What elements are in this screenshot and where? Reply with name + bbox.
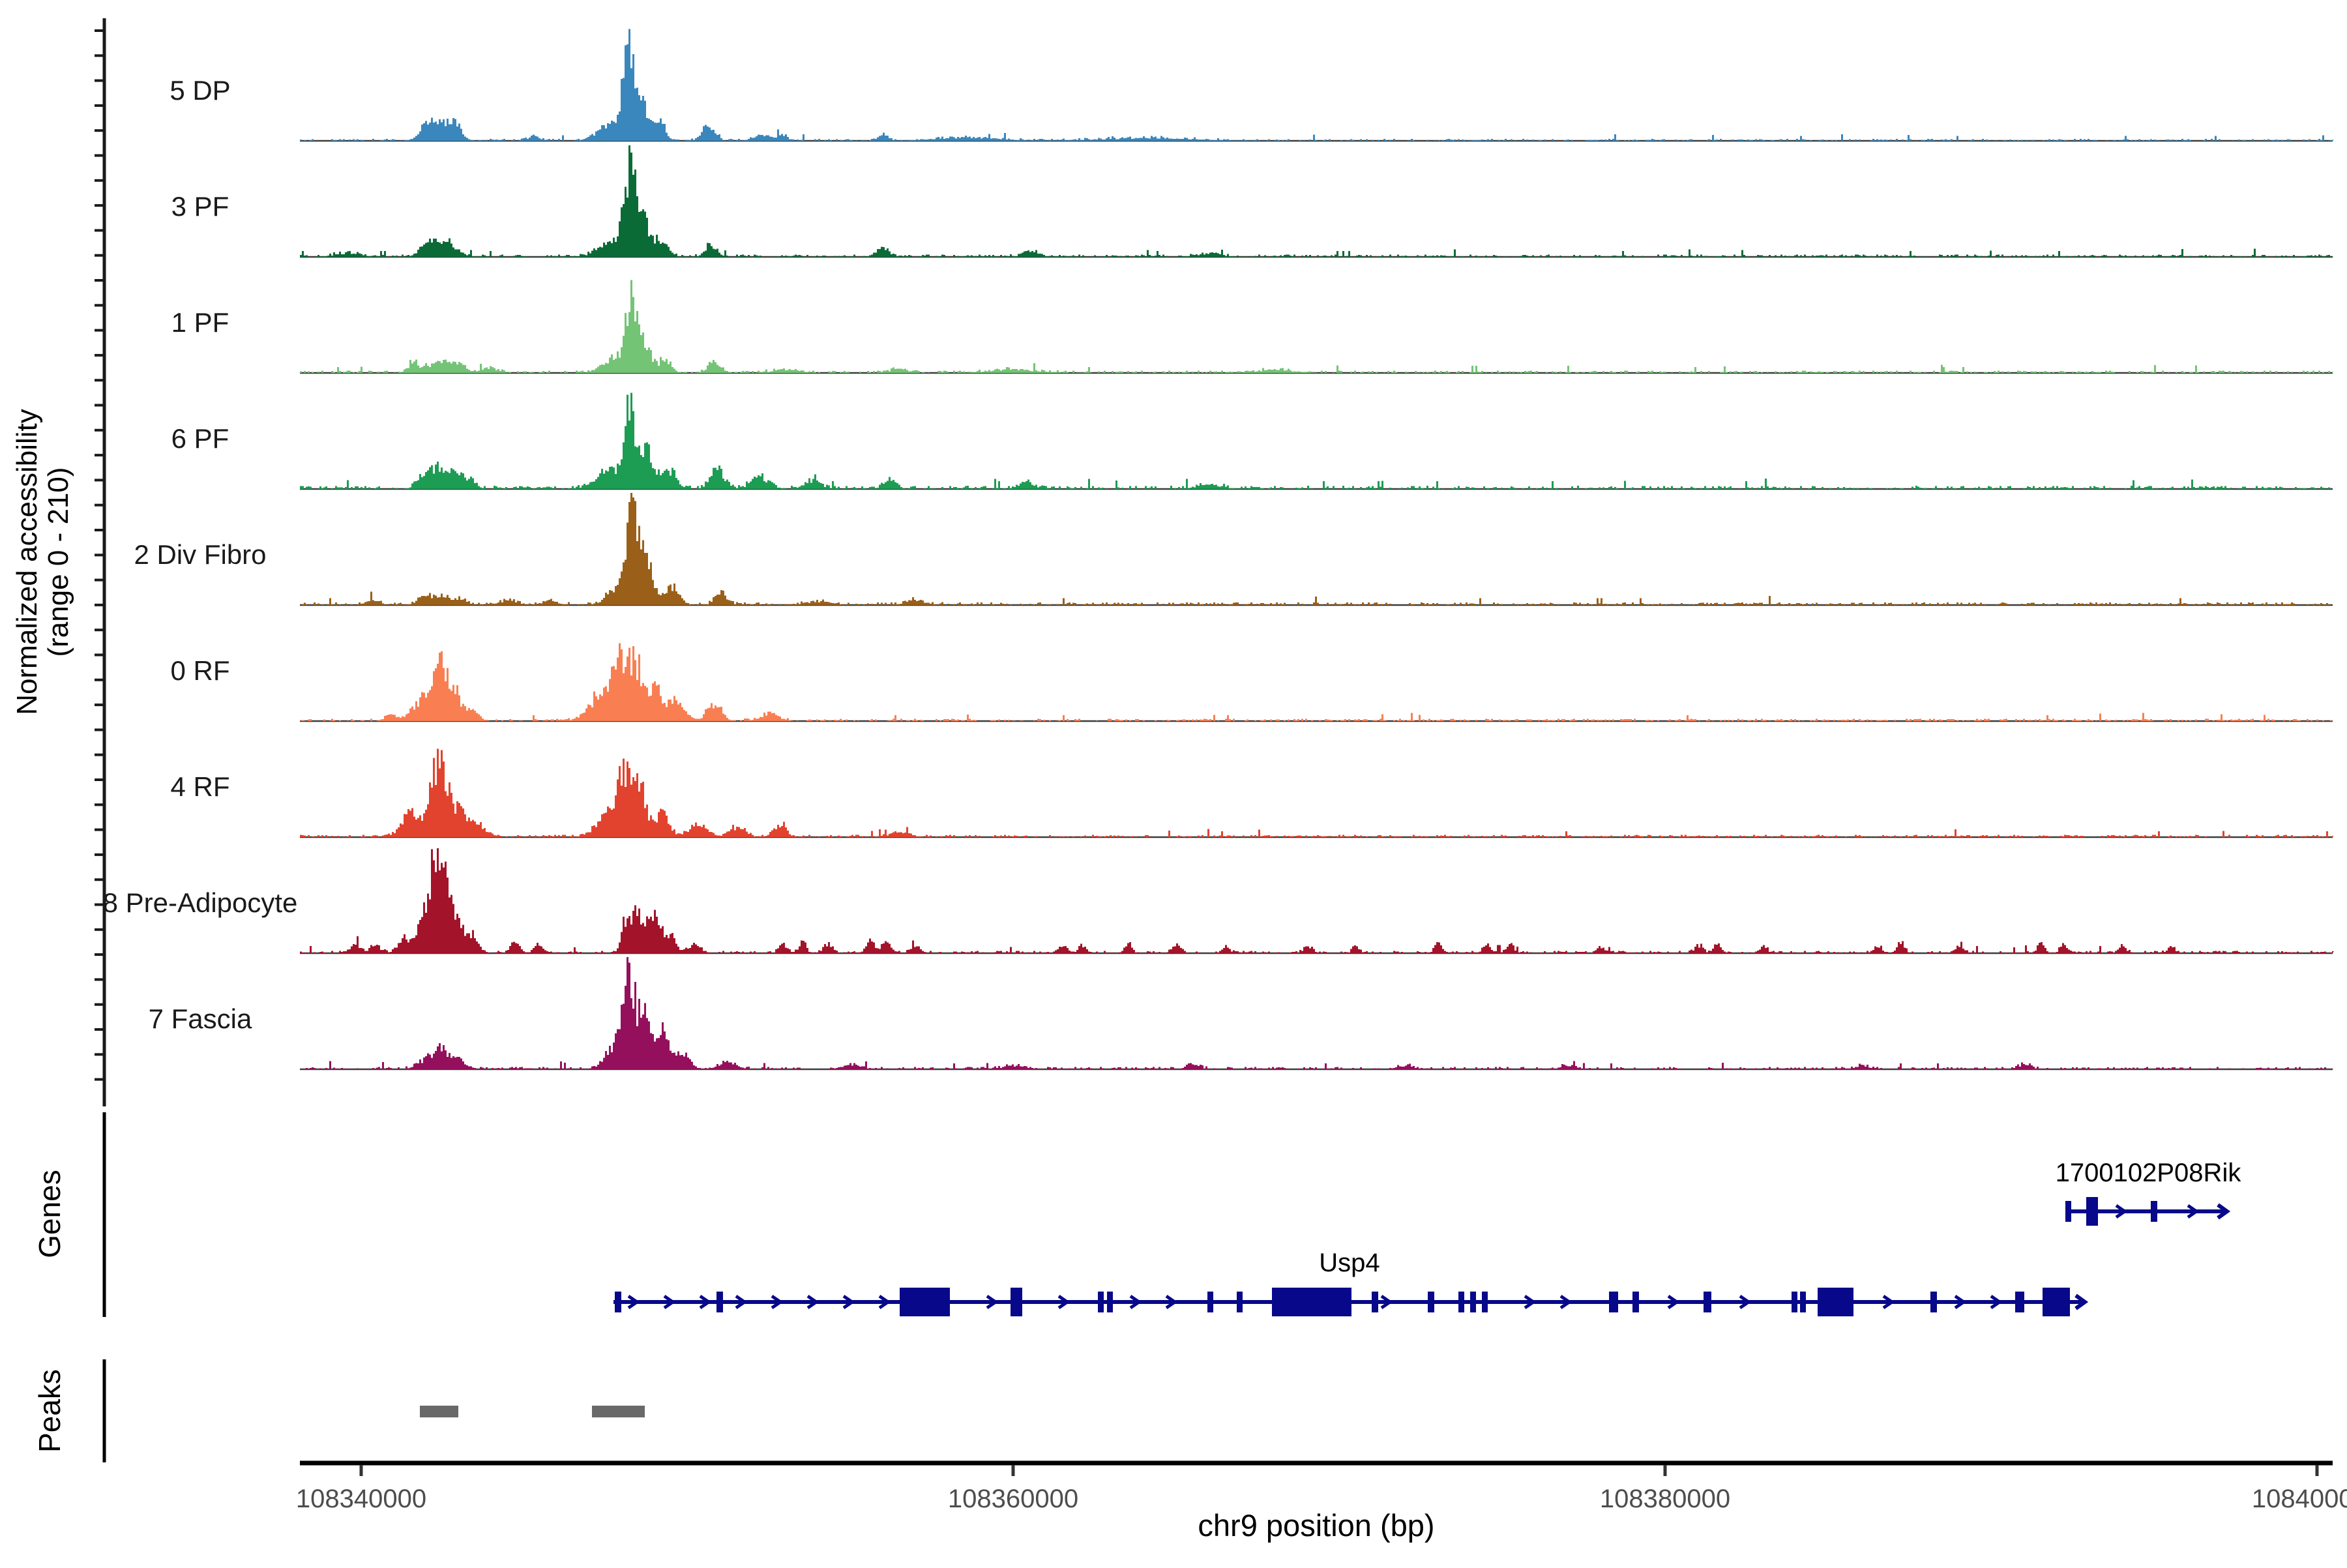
track-label-1-pf: 1 PF [171,307,229,338]
peaks-section-label: Peaks [33,1369,66,1453]
x-axis [300,1463,2333,1476]
gene-label-1700102P08Rik: 1700102P08Rik [2056,1159,2242,1187]
x-tick-108400000: 108400000 [2252,1485,2347,1513]
track-label-3-pf: 3 PF [171,191,229,222]
track-label-2-div-fibro: 2 Div Fibro [134,539,266,570]
x-tick-108340000: 108340000 [296,1485,426,1513]
y-axis-label-line2: (range 0 - 210) [42,467,74,657]
gene-models [613,1197,2227,1316]
y-axis-label-line1: Normalized accessibility [11,409,43,715]
track-label-7-fascia: 7 Fascia [149,1003,252,1034]
track-labels: 5 DP 3 PF 1 PF 6 PF 2 Div Fibro 0 RF 4 R… [103,75,298,1034]
gene-label-Usp4: Usp4 [1319,1249,1380,1277]
track-label-5-dp: 5 DP [170,75,230,106]
browser-track-plot: Normalized accessibility (range 0 - 210)… [0,0,2347,1565]
track-label-4-rf: 4 RF [170,771,229,802]
track-label-0-rf: 0 RF [170,655,229,686]
track-label-8-pre-adipocyte: 8 Pre-Adipocyte [103,887,298,918]
accessibility-y-axis [95,18,104,1106]
x-tick-108360000: 108360000 [948,1485,1078,1513]
track-label-6-pf: 6 PF [171,423,229,454]
signal-tracks [300,29,2334,1069]
peak-calls [420,1406,645,1417]
genes-section-label: Genes [33,1170,66,1258]
x-tick-108380000: 108380000 [1600,1485,1730,1513]
genome-browser-figure: Normalized accessibility (range 0 - 210)… [0,0,2347,1565]
x-axis-title: chr9 position (bp) [1198,1508,1434,1543]
